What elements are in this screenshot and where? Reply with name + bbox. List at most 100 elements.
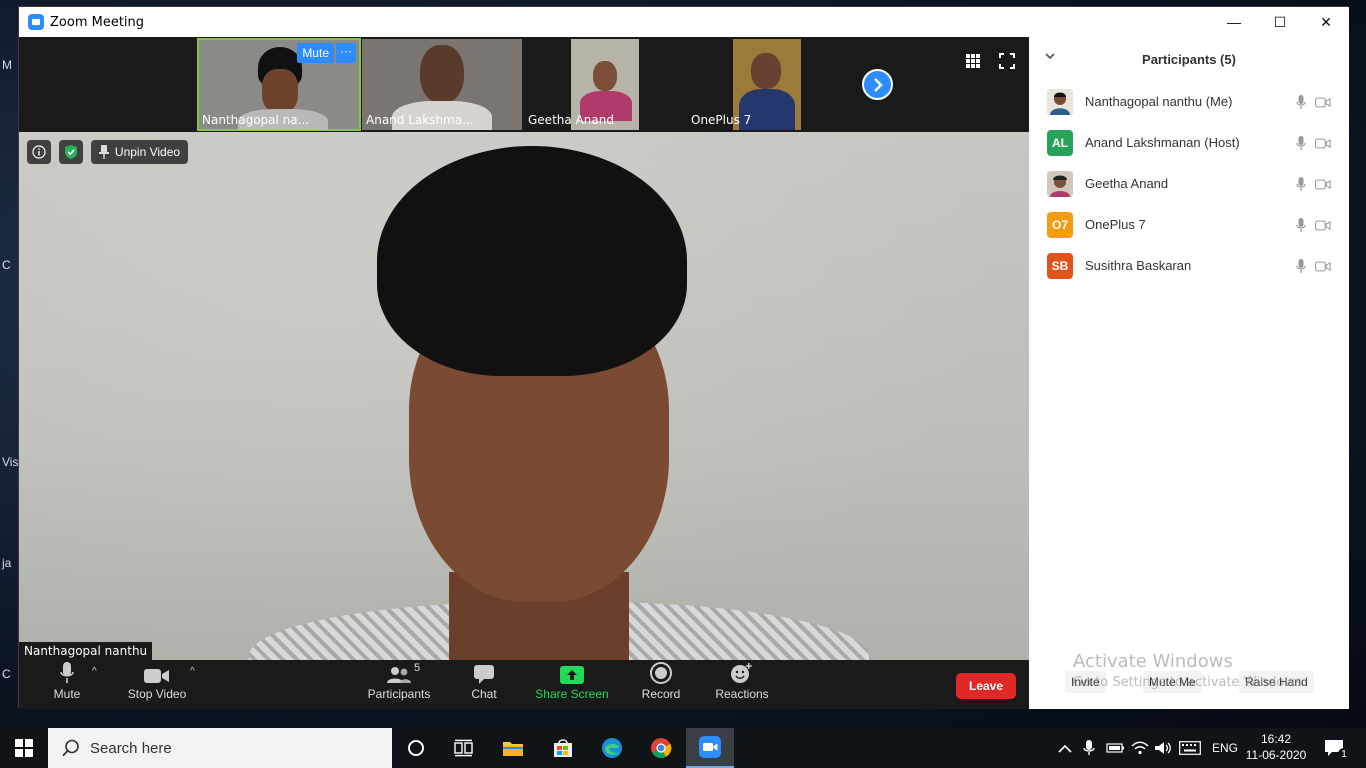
battery-icon[interactable] bbox=[1106, 728, 1126, 768]
record-label: Record bbox=[641, 687, 681, 701]
watermark-title: Activate Windows bbox=[1073, 651, 1233, 672]
fullscreen-icon bbox=[999, 53, 1015, 69]
participants-button[interactable]: 5 Participants bbox=[366, 660, 432, 709]
chat-button[interactable]: Chat bbox=[464, 660, 504, 709]
video-hair bbox=[377, 146, 687, 376]
active-speaker-video: Unpin Video Nanthagopal nanthu bbox=[19, 132, 1029, 660]
thumbnail-participant[interactable]: Geetha Anand bbox=[524, 39, 684, 130]
speaker-volume-icon[interactable] bbox=[1154, 728, 1172, 768]
edge-browser-button[interactable] bbox=[588, 728, 636, 768]
thumbnail-self[interactable]: Mute ··· Nanthagopal na... bbox=[197, 38, 361, 131]
thumbnail-participant[interactable]: OnePlus 7 bbox=[687, 39, 847, 130]
thumbnail-name: Geetha Anand bbox=[528, 113, 614, 127]
thumbnail-name: OnePlus 7 bbox=[691, 113, 752, 127]
avatar-photo-icon bbox=[1047, 170, 1073, 197]
leave-meeting-button[interactable]: Leave bbox=[956, 673, 1016, 699]
maximize-button[interactable]: ☐ bbox=[1257, 7, 1303, 37]
participant-row[interactable]: AL Anand Lakshmanan (Host) bbox=[1029, 122, 1349, 163]
thumbnail-participant[interactable]: Anand Lakshma... bbox=[362, 39, 522, 130]
pin-icon bbox=[98, 145, 109, 159]
close-button[interactable]: ✕ bbox=[1303, 7, 1349, 37]
microsoft-store-button[interactable] bbox=[539, 728, 587, 768]
participant-row[interactable]: Nanthagopal nanthu (Me) bbox=[1029, 81, 1349, 122]
microphone-icon[interactable] bbox=[1293, 217, 1309, 233]
microphone-icon bbox=[60, 662, 74, 683]
desktop-fragment: ja bbox=[2, 556, 12, 570]
show-hidden-icons-button[interactable] bbox=[1058, 728, 1072, 768]
video-camera-icon bbox=[144, 669, 169, 683]
avatar: O7 bbox=[1047, 211, 1073, 238]
taskbar-clock[interactable]: 16:42 11-06-2020 bbox=[1240, 731, 1312, 763]
record-button[interactable]: Record bbox=[636, 660, 686, 709]
unpin-video-label: Unpin Video bbox=[114, 145, 181, 159]
info-icon bbox=[32, 145, 46, 159]
video-camera-icon[interactable] bbox=[1315, 217, 1331, 233]
participants-panel-header: Participants (5) bbox=[1029, 37, 1349, 81]
desktop-fragment: C bbox=[2, 258, 11, 272]
grid-icon bbox=[966, 54, 980, 68]
reactions-button[interactable]: Reactions bbox=[711, 660, 773, 709]
zoom-taskbar-button[interactable] bbox=[686, 728, 734, 768]
input-language-indicator[interactable]: ENG bbox=[1212, 728, 1238, 768]
participants-count: 5 bbox=[414, 662, 421, 674]
participant-name: OnePlus 7 bbox=[1085, 217, 1146, 232]
microphone-icon[interactable] bbox=[1293, 94, 1309, 110]
minimize-button[interactable]: — bbox=[1211, 7, 1257, 37]
participant-name: Nanthagopal nanthu (Me) bbox=[1085, 94, 1233, 109]
chevron-up-icon bbox=[1058, 744, 1072, 753]
mute-button[interactable]: Mute bbox=[47, 660, 87, 709]
wifi-icon[interactable] bbox=[1131, 728, 1149, 768]
file-explorer-button[interactable] bbox=[489, 728, 537, 768]
shield-icon bbox=[65, 145, 77, 159]
microphone-icon[interactable] bbox=[1293, 176, 1309, 192]
cortana-button[interactable] bbox=[392, 728, 440, 768]
participant-row[interactable]: O7 OnePlus 7 bbox=[1029, 204, 1349, 245]
windows-taskbar: Search here ENG 16:42 11-06-2020 1 bbox=[0, 728, 1366, 768]
chrome-browser-button[interactable] bbox=[637, 728, 685, 768]
fullscreen-button[interactable] bbox=[997, 51, 1017, 71]
taskbar-search-box[interactable]: Search here bbox=[48, 728, 392, 768]
video-camera-icon[interactable] bbox=[1315, 94, 1331, 110]
participants-panel-title: Participants (5) bbox=[1142, 51, 1236, 67]
chat-label: Chat bbox=[471, 687, 497, 701]
speaker-name-tag: Nanthagopal nanthu bbox=[19, 642, 153, 660]
gallery-view-button[interactable] bbox=[963, 51, 983, 71]
microphone-icon[interactable] bbox=[1293, 135, 1309, 151]
security-button[interactable] bbox=[59, 140, 83, 164]
task-view-button[interactable] bbox=[440, 728, 488, 768]
stop-video-button[interactable]: Stop Video bbox=[122, 660, 192, 709]
chevron-down-icon[interactable] bbox=[1045, 51, 1055, 63]
thumbnail-mute-button[interactable]: Mute bbox=[297, 43, 334, 63]
avatar: SB bbox=[1047, 252, 1073, 279]
thumbnail-more-button[interactable]: ··· bbox=[336, 43, 356, 63]
participant-row[interactable]: SB Susithra Baskaran bbox=[1029, 245, 1349, 286]
edge-icon bbox=[602, 738, 622, 758]
video-camera-icon[interactable] bbox=[1315, 258, 1331, 274]
participants-label: Participants bbox=[367, 687, 431, 701]
participant-name: Susithra Baskaran bbox=[1085, 258, 1192, 273]
action-center-button[interactable]: 1 bbox=[1324, 728, 1356, 768]
video-camera-icon[interactable] bbox=[1315, 176, 1331, 192]
unpin-video-button[interactable]: Unpin Video bbox=[91, 140, 188, 164]
clock-time: 16:42 bbox=[1260, 732, 1292, 746]
share-screen-button[interactable]: Share Screen bbox=[532, 660, 612, 709]
avatar: AL bbox=[1047, 129, 1073, 156]
clock-date: 11-06-2020 bbox=[1245, 748, 1307, 762]
audio-options-caret-icon[interactable]: ^ bbox=[92, 666, 97, 677]
chat-icon bbox=[474, 665, 494, 684]
participant-list: Nanthagopal nanthu (Me) AL Anand Lakshma… bbox=[1029, 81, 1349, 286]
meeting-info-button[interactable] bbox=[27, 140, 51, 164]
video-camera-icon[interactable] bbox=[1315, 135, 1331, 151]
thumbnail-strip: Mute ··· Nanthagopal na... Anand Lakshma… bbox=[19, 37, 1029, 132]
chevron-right-icon bbox=[873, 77, 883, 92]
touch-keyboard-icon[interactable] bbox=[1179, 728, 1201, 768]
microphone-icon[interactable] bbox=[1293, 258, 1309, 274]
watermark-subtitle: Go to Settings to activate Windows. bbox=[1073, 674, 1306, 690]
zoom-logo-icon bbox=[28, 14, 44, 30]
microphone-in-use-icon[interactable] bbox=[1083, 728, 1095, 768]
cortana-circle-icon bbox=[408, 740, 424, 756]
start-button[interactable] bbox=[0, 728, 48, 768]
next-page-button[interactable] bbox=[862, 69, 893, 100]
video-options-caret-icon[interactable]: ^ bbox=[190, 666, 195, 677]
participant-row[interactable]: Geetha Anand bbox=[1029, 163, 1349, 204]
